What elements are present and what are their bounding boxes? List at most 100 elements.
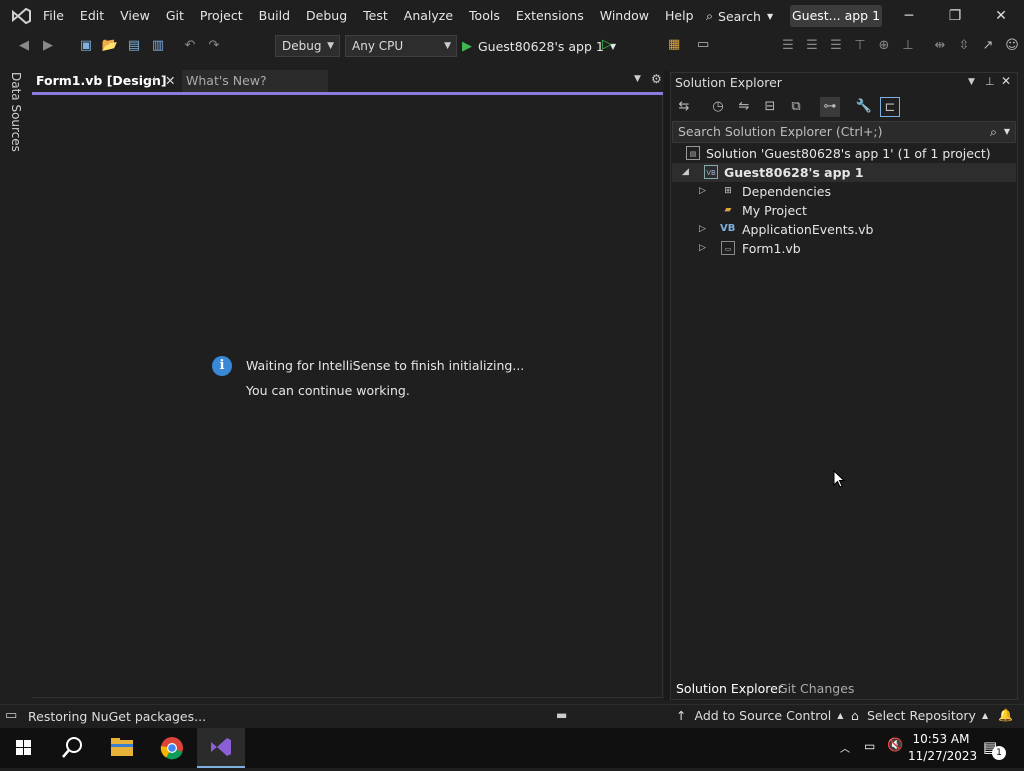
menu-build[interactable]: Build	[251, 0, 298, 32]
tree-item-label: Form1.vb	[742, 241, 801, 256]
taskbar-file-explorer[interactable]	[98, 728, 146, 768]
tree-item-label: ApplicationEvents.vb	[742, 222, 874, 237]
open-file-icon[interactable]: 📂	[100, 36, 120, 56]
menu-debug[interactable]: Debug	[298, 0, 355, 32]
gear-icon[interactable]: ⚙	[651, 72, 662, 86]
share-icon[interactable]: ↗	[978, 36, 998, 56]
feedback-icon[interactable]: ☺	[1002, 36, 1022, 56]
start-debugging-button[interactable]: ▶ Guest80628's app 1 ▼	[462, 35, 616, 57]
spacing-icon[interactable]: ⇹	[930, 36, 950, 56]
save-icon[interactable]: ▤	[124, 36, 144, 56]
align-center-icon[interactable]: ☰	[802, 36, 822, 56]
start-without-debugging-icon[interactable]: ▷	[602, 37, 612, 52]
solution-explorer-search-input[interactable]: Search Solution Explorer (Ctrl+;) ⌕ ▼	[672, 121, 1016, 143]
align-middle-icon[interactable]: ⊕	[874, 36, 894, 56]
tree-item-form1[interactable]: ▷ ▭ Form1.vb	[672, 239, 1016, 258]
history-icon[interactable]: ◷	[708, 97, 728, 117]
pin-icon[interactable]: ⊥	[985, 75, 995, 88]
show-all-files-icon[interactable]: ⧉	[786, 97, 806, 117]
visual-studio-icon	[211, 738, 231, 756]
taskbar-search-button[interactable]	[48, 728, 96, 768]
menu-git[interactable]: Git	[158, 0, 192, 32]
windows-logo-icon	[16, 740, 31, 755]
wrench-icon[interactable]: 🔧	[854, 97, 874, 117]
platform-select[interactable]: Any CPU ▼	[345, 35, 457, 57]
align-left-icon[interactable]: ☰	[778, 36, 798, 56]
notifications-bell-icon[interactable]: 🔔	[998, 708, 1013, 722]
solution-icon: ▤	[686, 146, 700, 160]
minimize-button[interactable]: ─	[886, 0, 932, 32]
navigate-back-icon[interactable]: ◀	[14, 36, 34, 56]
repository-icon: ⌂	[851, 708, 859, 723]
tab-git-changes[interactable]: Git Changes	[772, 678, 860, 700]
tree-item-solution[interactable]: ▤ Solution 'Guest80628's app 1' (1 of 1 …	[686, 144, 1016, 163]
mouse-cursor-icon	[833, 470, 845, 488]
align-right-icon[interactable]: ☰	[826, 36, 846, 56]
minimize-icon: ─	[904, 8, 914, 24]
expander-collapsed-icon[interactable]: ▷	[699, 220, 706, 239]
pin-icon[interactable]: ⊣	[147, 70, 156, 92]
layout-icon[interactable]: ▭	[697, 37, 709, 52]
output-icon[interactable]: ▭	[5, 708, 17, 723]
new-project-icon[interactable]: ▣	[76, 36, 96, 56]
menu-view[interactable]: View	[112, 0, 158, 32]
expander-expanded-icon[interactable]: ◢	[682, 163, 689, 182]
chevron-up-icon[interactable]: ︿	[840, 740, 850, 755]
align-top-icon[interactable]: ⊤	[850, 36, 870, 56]
tab-list-dropdown-icon[interactable]: ▼	[634, 74, 641, 84]
solution-title-badge[interactable]: Guest... app 1	[790, 5, 882, 27]
select-repository-button[interactable]: ⌂ Select Repository ▲	[851, 708, 988, 723]
wrench-folder-icon: ▰	[724, 205, 732, 215]
save-all-icon[interactable]: ▥	[148, 36, 168, 56]
window-position-icon[interactable]: ▼	[968, 77, 975, 87]
taskbar-clock[interactable]: 10:53 AM 11/27/2023	[908, 731, 977, 765]
close-icon[interactable]: ✕	[1001, 74, 1011, 88]
configuration-select[interactable]: Debug ▼	[275, 35, 340, 57]
expander-collapsed-icon[interactable]: ▷	[699, 182, 706, 201]
taskbar-chrome[interactable]	[148, 728, 196, 768]
tab-form1-design[interactable]: Form1.vb [Design] ⊣ ✕	[32, 70, 181, 92]
filter-icon[interactable]: ⊶	[820, 97, 840, 117]
menu-extensions[interactable]: Extensions	[508, 0, 592, 32]
menu-tools[interactable]: Tools	[461, 0, 508, 32]
preview-icon[interactable]: ⊏	[880, 97, 900, 117]
navigate-forward-icon[interactable]: ▶	[38, 36, 58, 56]
vertical-spacing-icon[interactable]: ⇳	[954, 36, 974, 56]
search-icon: ⌕	[989, 124, 997, 139]
menu-test[interactable]: Test	[355, 0, 396, 32]
menu-analyze[interactable]: Analyze	[396, 0, 461, 32]
search-button[interactable]: ⌕ Search ▼	[700, 6, 779, 26]
data-sources-tab[interactable]: Data Sources	[9, 72, 23, 152]
align-bottom-icon[interactable]: ⊥	[898, 36, 918, 56]
taskbar-visual-studio[interactable]	[197, 728, 245, 768]
sync-icon[interactable]: ⇋	[734, 97, 754, 117]
restore-button[interactable]: ❐	[932, 0, 978, 32]
close-icon[interactable]: ✕	[165, 70, 175, 92]
collapse-all-icon[interactable]: ⊟	[760, 97, 780, 117]
chevron-down-icon: ▼	[327, 41, 334, 51]
tree-item-my-project[interactable]: ▰ My Project	[672, 201, 1016, 220]
menu-help[interactable]: Help	[657, 0, 702, 32]
tab-whats-new[interactable]: What's New?	[182, 70, 328, 92]
menu-items: File Edit View Git Project Build Debug Test Anal…	[35, 0, 702, 32]
menu-file[interactable]: File	[35, 0, 72, 32]
volume-muted-icon[interactable]: 🔇	[887, 738, 903, 753]
network-icon[interactable]: ▭	[864, 739, 875, 753]
notification-center-button[interactable]: ▤ 1	[983, 738, 1006, 760]
menu-window[interactable]: Window	[592, 0, 657, 32]
expander-collapsed-icon[interactable]: ▷	[699, 239, 706, 258]
switch-views-icon[interactable]: ⇆	[674, 97, 694, 117]
add-to-source-control-button[interactable]: ↑ Add to Source Control ▲	[676, 708, 843, 723]
browse-folder-icon[interactable]: ▦	[668, 37, 680, 52]
menu-project[interactable]: Project	[192, 0, 251, 32]
windows-taskbar: ︿ ▭ 🔇 10:53 AM 11/27/2023 ▤ 1	[0, 728, 1024, 768]
close-window-button[interactable]: ✕	[978, 0, 1024, 32]
tree-item-application-events[interactable]: ▷ VB ApplicationEvents.vb	[672, 220, 1016, 239]
redo-icon[interactable]: ↷	[204, 36, 224, 56]
start-button[interactable]	[0, 728, 48, 768]
undo-icon[interactable]: ↶	[180, 36, 200, 56]
tree-item-dependencies[interactable]: ▷ ⊞ Dependencies	[672, 182, 1016, 201]
menu-edit[interactable]: Edit	[72, 0, 112, 32]
tree-item-project[interactable]: ◢ VB Guest80628's app 1	[672, 163, 1016, 182]
visual-studio-logo-icon[interactable]	[10, 6, 32, 26]
